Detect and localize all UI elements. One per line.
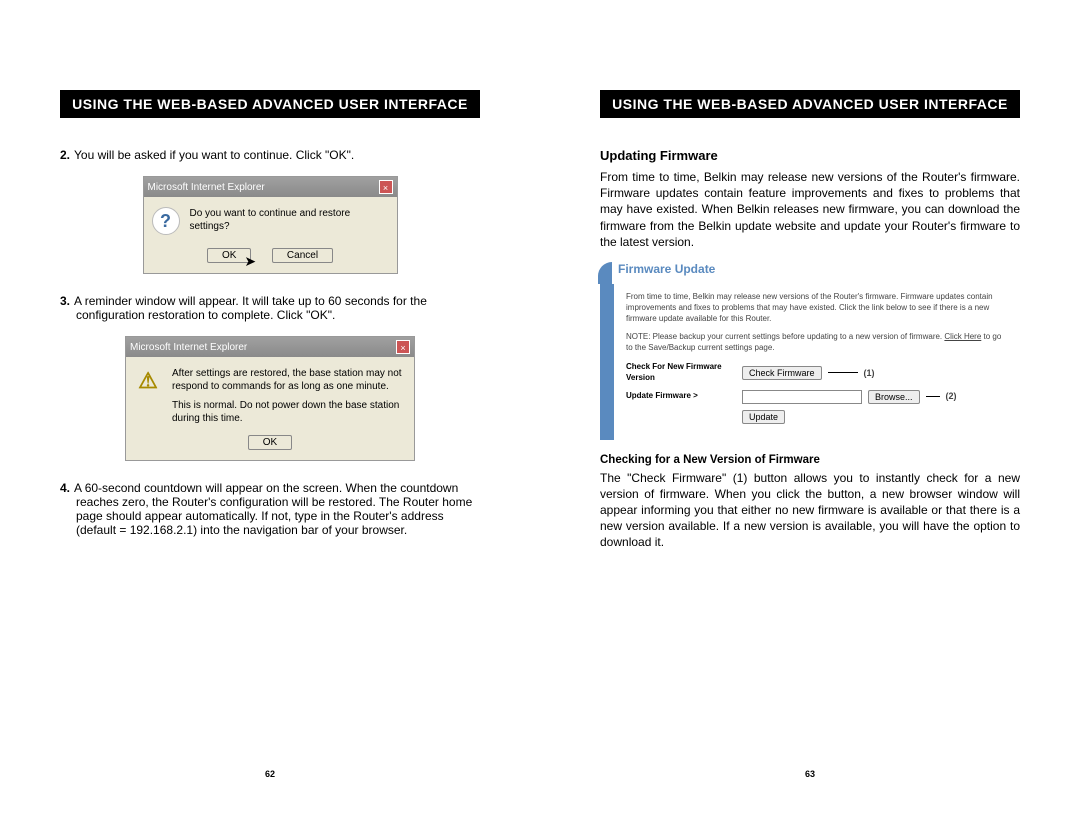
dialog2-close-icon[interactable]: × (396, 340, 410, 354)
update-button-row: Update (626, 410, 1010, 424)
dialog2-msg2: This is normal. Do not power down the ba… (172, 399, 406, 425)
page-number-left: 62 (0, 769, 540, 779)
dialog2-msg1: After settings are restored, the base st… (172, 367, 406, 393)
step-4-text: A 60-second countdown will appear on the… (74, 481, 472, 537)
step-3-num: 3. (60, 294, 74, 308)
step-2: 2.You will be asked if you want to conti… (60, 148, 480, 162)
panel-intro: From time to time, Belkin may release ne… (626, 292, 1010, 324)
dialog1-titlebar: Microsoft Internet Explorer × (144, 177, 397, 197)
panel-note: NOTE: Please backup your current setting… (626, 332, 1010, 354)
dialog2-titlebar: Microsoft Internet Explorer × (126, 337, 414, 357)
annotation-2: (2) (946, 390, 957, 402)
annot-line-1 (828, 372, 858, 373)
update-button[interactable]: Update (742, 410, 785, 424)
step-3-text: A reminder window will appear. It will t… (74, 294, 427, 322)
page-right: USING THE WEB-BASED ADVANCED USER INTERF… (540, 0, 1080, 834)
dialog1-message: Do you want to continue and restore sett… (190, 207, 389, 235)
page-header-right: USING THE WEB-BASED ADVANCED USER INTERF… (600, 90, 1020, 118)
firmware-update-panel: Firmware Update From time to time, Belki… (600, 262, 1020, 440)
dialog1-title: Microsoft Internet Explorer (148, 182, 265, 193)
panel-note-link[interactable]: Click Here (944, 332, 981, 341)
update-firmware-label: Update Firmware > (626, 391, 736, 402)
browse-button[interactable]: Browse... (868, 390, 920, 404)
check-firmware-button[interactable]: Check Firmware (742, 366, 822, 380)
check-firmware-label: Check For New Firmware Version (626, 362, 736, 384)
annotation-1: (1) (864, 367, 875, 379)
dialog-restore-reminder: Microsoft Internet Explorer × ⚠ After se… (125, 336, 415, 461)
dialog2-ok-button[interactable]: OK (248, 435, 292, 450)
dialog1-cancel-button[interactable]: Cancel (272, 248, 333, 263)
dialog-confirm-restore: Microsoft Internet Explorer × ? Do you w… (143, 176, 398, 274)
step-4-num: 4. (60, 481, 74, 495)
checking-firmware-title: Checking for a New Version of Firmware (600, 454, 1020, 466)
warning-icon: ⚠ (134, 367, 162, 395)
step-3: 3.A reminder window will appear. It will… (60, 294, 480, 322)
cursor-icon: ➤ (244, 253, 256, 269)
firmware-update-panel-title: Firmware Update (600, 262, 1020, 276)
annot-line-2 (926, 396, 940, 397)
page-left: USING THE WEB-BASED ADVANCED USER INTERF… (0, 0, 540, 834)
dialog1-close-icon[interactable]: × (379, 180, 393, 194)
checking-firmware-body: The "Check Firmware" (1) button allows y… (600, 470, 1020, 551)
step-2-num: 2. (60, 148, 74, 162)
dialog2-title: Microsoft Internet Explorer (130, 342, 247, 353)
question-icon: ? (152, 207, 180, 235)
update-firmware-row: Update Firmware > Browse... (2) (626, 390, 1010, 404)
step-4: 4.A 60-second countdown will appear on t… (60, 481, 480, 537)
updating-firmware-title: Updating Firmware (600, 148, 1020, 163)
page-header-left: USING THE WEB-BASED ADVANCED USER INTERF… (60, 90, 480, 118)
step-2-text: You will be asked if you want to continu… (74, 148, 354, 162)
firmware-file-input[interactable] (742, 390, 862, 404)
check-firmware-row: Check For New Firmware Version Check Fir… (626, 362, 1010, 384)
page-number-right: 63 (540, 769, 1080, 779)
panel-note-prefix: NOTE: Please backup your current setting… (626, 332, 944, 341)
updating-firmware-body: From time to time, Belkin may release ne… (600, 169, 1020, 250)
